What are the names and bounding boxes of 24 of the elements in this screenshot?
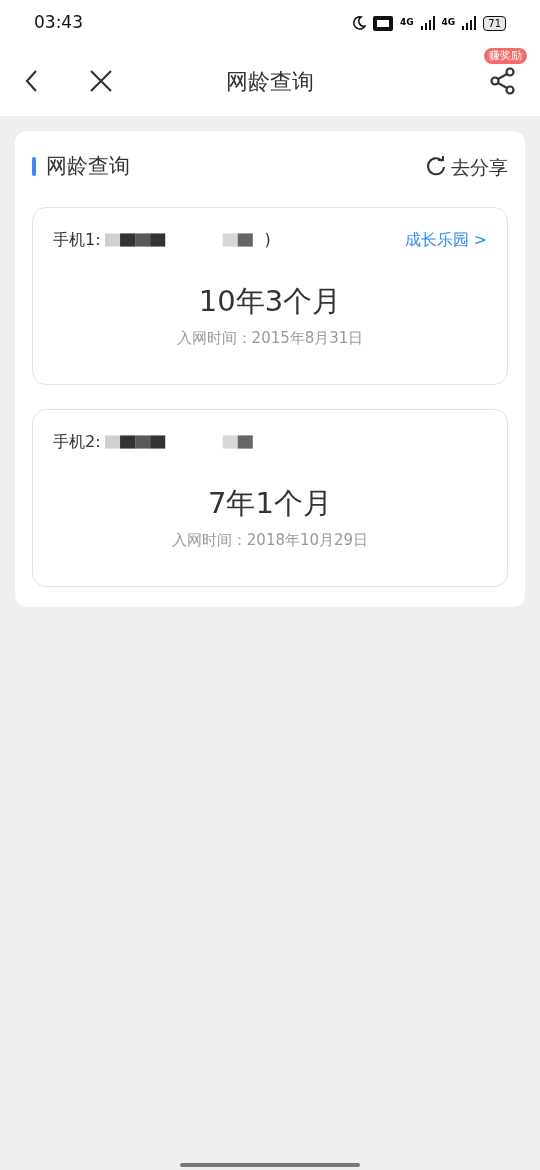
phone-label: 手机1: bbox=[53, 228, 101, 251]
moon-icon bbox=[351, 16, 366, 30]
phone-suffix: ) bbox=[264, 228, 271, 251]
network-age: 7年1个月 bbox=[208, 484, 332, 522]
share-icon[interactable] bbox=[490, 67, 516, 95]
status-time: 03:43 bbox=[34, 11, 83, 35]
refresh-icon bbox=[425, 155, 447, 178]
growth-link[interactable]: 成长乐园 > bbox=[404, 227, 487, 252]
share-button[interactable]: 去分享 bbox=[425, 152, 508, 181]
join-date: 入网时间：2015年8月31日 bbox=[176, 328, 364, 349]
join-date: 入网时间：2018年10月29日 bbox=[171, 530, 369, 551]
reward-badge: 赚奖励 bbox=[484, 48, 527, 64]
signal-icon bbox=[462, 16, 477, 30]
network-label: 4G bbox=[399, 16, 414, 30]
signal-icon bbox=[420, 16, 435, 30]
section-title: 网龄查询 bbox=[46, 153, 130, 180]
phone-label: 手机2: bbox=[53, 430, 101, 453]
back-icon[interactable] bbox=[24, 69, 38, 93]
network-age: 10年3个月 bbox=[198, 282, 342, 320]
page-title: 网龄查询 bbox=[226, 67, 314, 96]
battery-indicator: 71 bbox=[483, 15, 506, 31]
close-icon[interactable] bbox=[90, 70, 112, 92]
accent-bar bbox=[32, 157, 36, 177]
network-label: 4G bbox=[441, 16, 456, 30]
